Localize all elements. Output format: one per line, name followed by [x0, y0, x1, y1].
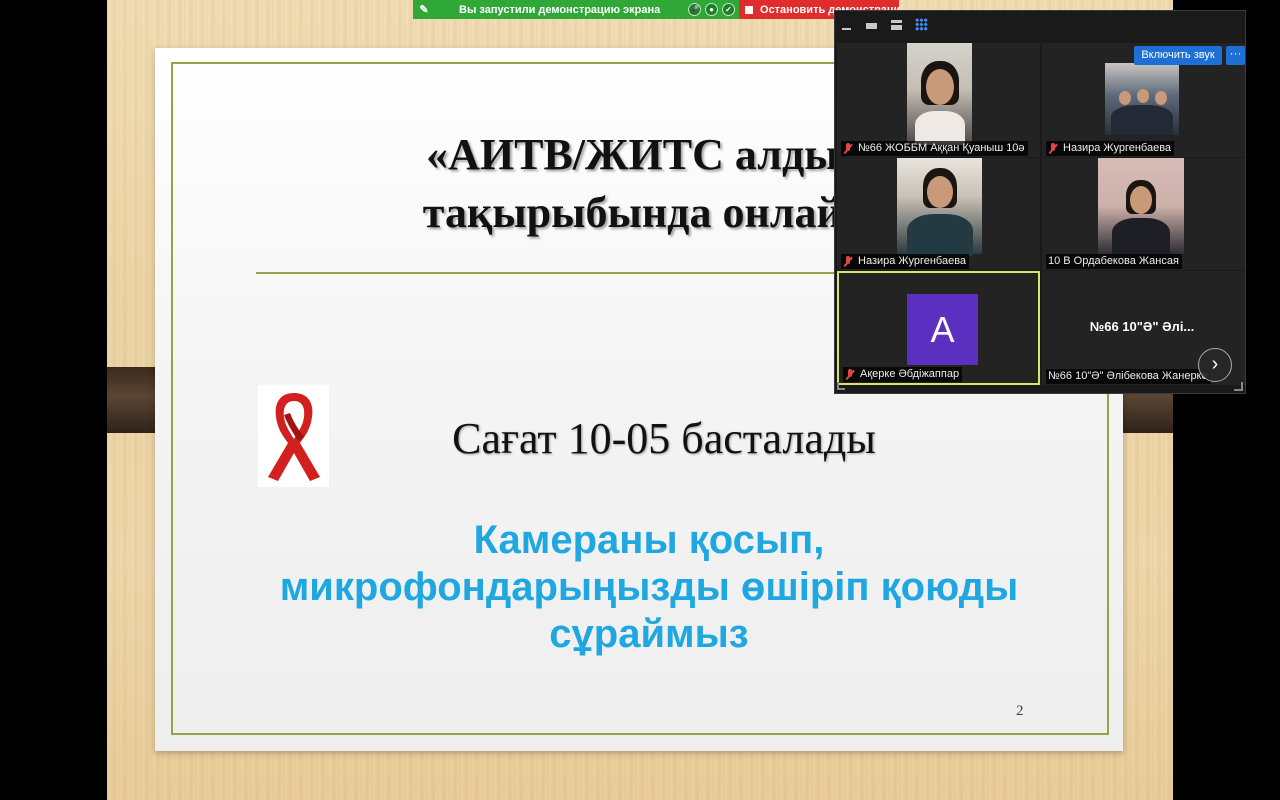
participant-video — [897, 158, 982, 256]
slide-title-line1: «АИТВ/ЖИТС алдын — [426, 130, 864, 179]
stop-icon — [745, 5, 753, 14]
participant-tile[interactable]: №66 ЖОББМ Аққан Қуаныш 10ә — [837, 43, 1040, 157]
participant-tile[interactable]: Назира Жургенбаева — [837, 158, 1040, 270]
participant-center-name: №66 10"Ә" Әлі... — [1089, 319, 1195, 334]
participant-video — [1105, 63, 1179, 135]
participant-avatar: A — [907, 294, 978, 365]
muted-mic-icon — [843, 255, 853, 268]
participant-name: Назира Жургенбаева — [1063, 142, 1172, 154]
camera-mic-notice: Камераны қосып, микрофондарыңызды өшіріп… — [200, 517, 1098, 658]
security-shield-icon[interactable]: ✓ — [722, 3, 735, 16]
participant-name-tag: №66 ЖОББМ Аққан Қуаныш 10ә — [841, 141, 1028, 156]
participant-name-tag: №66 10"Ә" Әлібекова Жанерке — [1046, 369, 1211, 384]
record-status-icon[interactable]: ● — [705, 3, 718, 16]
participant-name: Ақерке Әбдіжаппар — [860, 368, 960, 380]
participant-video — [1098, 158, 1184, 254]
minimize-icon[interactable] — [842, 28, 851, 30]
participant-video — [907, 43, 972, 145]
resize-handle-left-icon[interactable] — [837, 382, 845, 390]
share-message: Вы запустили демонстрацию экрана — [459, 3, 661, 16]
participant-name-tag: Ақерке Әбдіжаппар — [843, 367, 963, 382]
mic-status-icon[interactable]: 🎤 — [688, 3, 701, 16]
more-options-button[interactable]: ··· — [1226, 46, 1245, 65]
binder-clip-left — [107, 367, 159, 433]
participant-name-tag: 10 В Ордабекова Жансая — [1046, 254, 1182, 269]
title-divider — [256, 272, 856, 274]
gallery-view-icon[interactable] — [915, 18, 928, 31]
notice-line3: сұраймыз — [549, 612, 749, 656]
next-page-button[interactable]: › — [1198, 348, 1232, 382]
participant-name: №66 ЖОББМ Аққан Қуаныш 10ә — [858, 142, 1025, 154]
participant-name: Назира Жургенбаева — [858, 255, 967, 267]
participant-name: №66 10"Ә" Әлібекова Жанерке — [1048, 370, 1208, 382]
share-indicator-icon: ✎ — [419, 4, 429, 16]
participant-tile-active[interactable]: A Ақерке Әбдіжаппар — [837, 271, 1040, 385]
participant-name-tag: Назира Жургенбаева — [1046, 141, 1175, 156]
slide-page-number: 2 — [1016, 703, 1024, 719]
notice-line2: микрофондарыңызды өшіріп қоюды — [279, 565, 1019, 609]
thumbnail-view-icon[interactable] — [866, 23, 877, 29]
notice-line1: Камераны қосып, — [473, 518, 825, 562]
muted-mic-icon — [1048, 142, 1058, 155]
participant-name-tag: Назира Жургенбаева — [841, 254, 970, 269]
start-time-text: Сағат 10-05 басталады — [452, 414, 876, 463]
participants-gallery-window[interactable]: №66 ЖОББМ Аққан Қуаныш 10ә Назира Журген… — [834, 10, 1246, 394]
muted-mic-icon — [845, 368, 855, 381]
participant-tile[interactable]: 10 В Ордабекова Жансая — [1042, 158, 1245, 270]
speaker-view-icon[interactable] — [891, 20, 902, 30]
resize-handle-icon[interactable] — [1234, 382, 1243, 391]
muted-mic-icon — [843, 142, 853, 155]
gallery-toolbar — [835, 11, 1247, 41]
participant-name: 10 В Ордабекова Жансая — [1048, 255, 1179, 267]
unmute-button[interactable]: Включить звук — [1134, 46, 1222, 65]
screen-share-bar: ✎ Вы запустили демонстрацию экрана 🎤 ● ✓ — [413, 0, 739, 19]
